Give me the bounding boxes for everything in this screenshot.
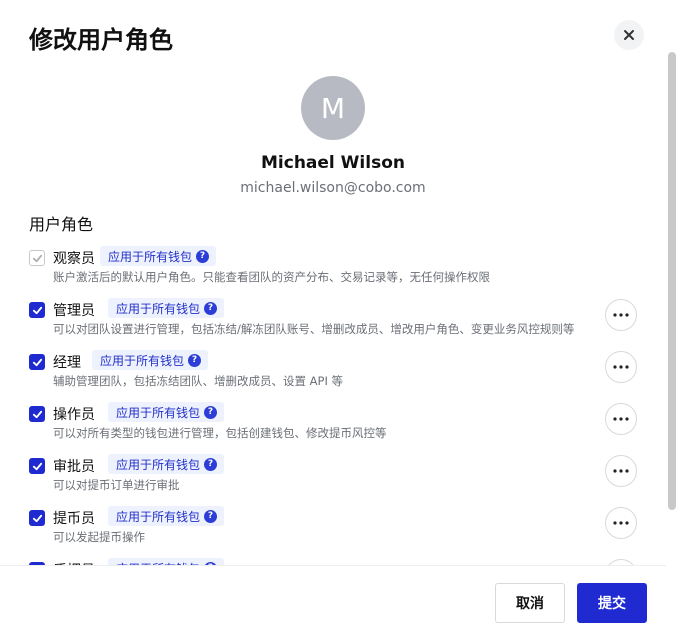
role-checkbox[interactable] xyxy=(29,354,45,370)
check-icon xyxy=(32,254,42,262)
section-title: 用户角色 xyxy=(29,215,94,234)
more-icon xyxy=(613,365,629,369)
help-icon[interactable]: ? xyxy=(204,509,218,523)
role-name: 管理员 xyxy=(53,303,95,319)
wallet-scope-badge: 应用于所有钱包? xyxy=(108,558,225,565)
badge-label: 应用于所有钱包 xyxy=(116,405,201,420)
user-email: michael.wilson@cobo.com xyxy=(240,180,426,196)
more-icon xyxy=(613,469,629,473)
badge-label: 应用于所有钱包 xyxy=(108,249,193,264)
badge-label: 应用于所有钱包 xyxy=(116,509,201,524)
role-item: 提币员 应用于所有钱包? 可以发起提币操作 xyxy=(29,506,649,556)
badge-label: 应用于所有钱包 xyxy=(116,301,201,316)
modal-title: 修改用户角色 xyxy=(29,26,173,54)
wallet-scope-badge: 应用于所有钱包? xyxy=(108,402,225,422)
modal-body: M Michael Wilson michael.wilson@cobo.com… xyxy=(0,60,666,565)
role-item: 管理员 应用于所有钱包? 可以对团队设置进行管理，包括冻结/解冻团队账号、增删改成员… xyxy=(29,298,649,348)
role-name: 操作员 xyxy=(53,407,95,423)
role-description: 可以对提币订单进行审批 xyxy=(53,478,180,492)
role-description: 可以对团队设置进行管理，包括冻结/解冻团队账号、增删改成员、增改用户角色、变更业… xyxy=(53,322,575,336)
check-icon xyxy=(32,514,42,522)
modal-footer: 取消 提交 xyxy=(0,565,666,631)
more-options-button[interactable] xyxy=(605,299,637,331)
role-item: 观察员 应用于所有钱包? 账户激活后的默认用户角色。只能查看团队的资产分布、交易记录… xyxy=(29,246,649,296)
close-icon xyxy=(624,30,634,40)
wallet-scope-badge: 应用于所有钱包? xyxy=(92,350,209,370)
more-options-button[interactable] xyxy=(605,507,637,539)
help-icon[interactable]: ? xyxy=(188,353,202,367)
wallet-scope-badge: 应用于所有钱包? xyxy=(100,246,217,266)
scrollbar[interactable] xyxy=(668,52,676,510)
more-options-button[interactable] xyxy=(605,455,637,487)
check-icon xyxy=(32,358,42,366)
help-icon[interactable]: ? xyxy=(204,457,218,471)
more-icon xyxy=(613,313,629,317)
more-icon xyxy=(613,521,629,525)
role-description: 账户激活后的默认用户角色。只能查看团队的资产分布、交易记录等，无任何操作权限 xyxy=(53,270,490,284)
edit-user-role-modal: 修改用户角色 M Michael Wilson michael.wilson@c… xyxy=(0,0,677,631)
role-checkbox xyxy=(29,250,45,266)
role-checkbox[interactable] xyxy=(29,510,45,526)
help-icon[interactable]: ? xyxy=(204,405,218,419)
avatar: M xyxy=(301,76,365,140)
role-name: 审批员 xyxy=(53,459,95,475)
role-checkbox[interactable] xyxy=(29,406,45,422)
badge-label: 应用于所有钱包 xyxy=(100,353,185,368)
cancel-button[interactable]: 取消 xyxy=(495,583,565,623)
role-description: 辅助管理团队，包括冻结团队、增删改成员、设置 API 等 xyxy=(53,374,344,388)
wallet-scope-badge: 应用于所有钱包? xyxy=(108,454,225,474)
more-options-button[interactable] xyxy=(605,351,637,383)
role-item: 经理 应用于所有钱包? 辅助管理团队，包括冻结团队、增删改成员、设置 API 等 xyxy=(29,350,649,400)
role-name: 观察员 xyxy=(53,251,95,267)
submit-button[interactable]: 提交 xyxy=(577,583,647,623)
role-item: 操作员 应用于所有钱包? 可以对所有类型的钱包进行管理，包括创建钱包、修改提币风控等 xyxy=(29,402,649,452)
role-item: 审批员 应用于所有钱包? 可以对提币订单进行审批 xyxy=(29,454,649,504)
role-name: 经理 xyxy=(53,355,81,371)
close-button[interactable] xyxy=(614,20,644,50)
wallet-scope-badge: 应用于所有钱包? xyxy=(108,298,225,318)
more-icon xyxy=(613,417,629,421)
role-checkbox[interactable] xyxy=(29,458,45,474)
user-name: Michael Wilson xyxy=(261,153,405,173)
role-name: 提币员 xyxy=(53,511,95,527)
badge-label: 应用于所有钱包 xyxy=(116,457,201,472)
wallet-scope-badge: 应用于所有钱包? xyxy=(108,506,225,526)
role-checkbox[interactable] xyxy=(29,302,45,318)
check-icon xyxy=(32,410,42,418)
help-icon[interactable]: ? xyxy=(204,301,218,315)
check-icon xyxy=(32,462,42,470)
more-options-button[interactable] xyxy=(605,403,637,435)
check-icon xyxy=(32,306,42,314)
help-icon[interactable]: ? xyxy=(196,249,210,263)
role-description: 可以发起提币操作 xyxy=(53,530,145,544)
role-description: 可以对所有类型的钱包进行管理，包括创建钱包、修改提币风控等 xyxy=(53,426,387,440)
